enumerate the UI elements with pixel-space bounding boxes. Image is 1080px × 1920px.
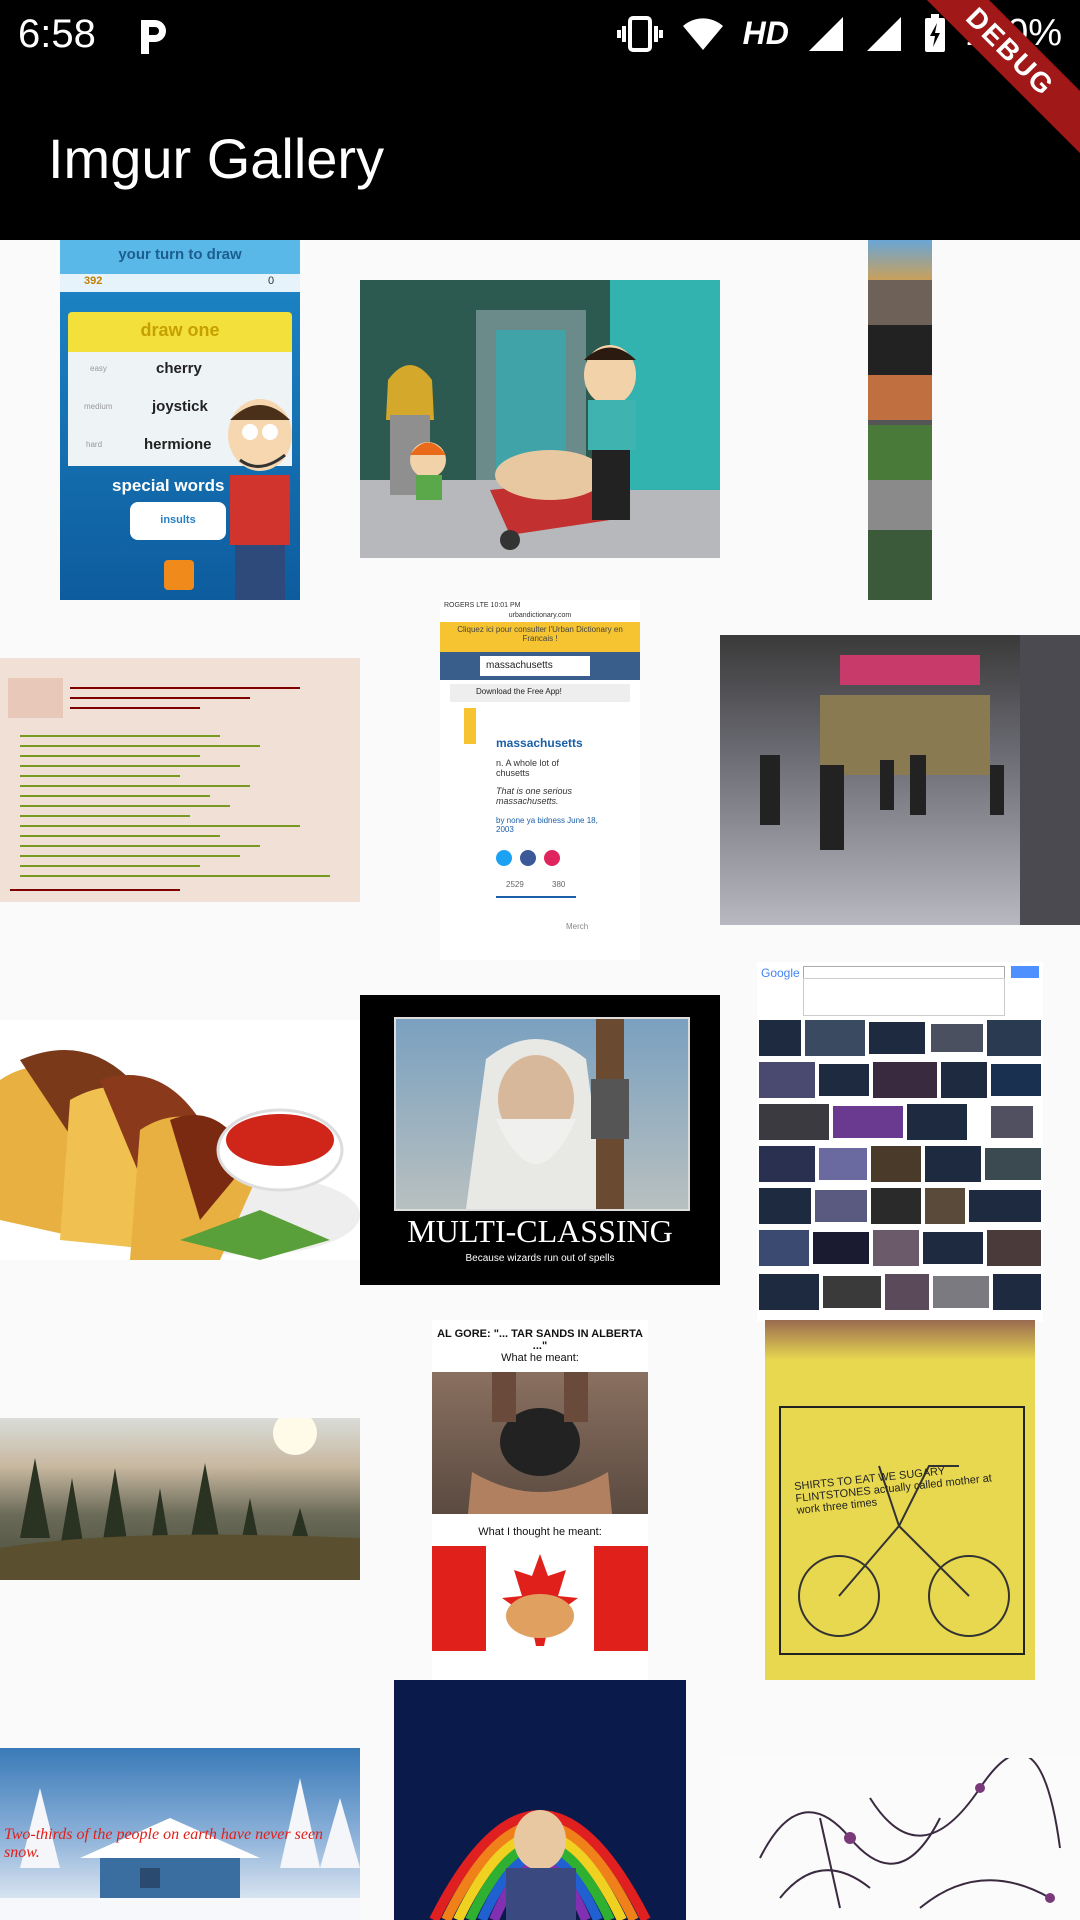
word-level-easy: easy: [90, 364, 107, 373]
gallery-image-text-post[interactable]: [0, 658, 360, 902]
gallery-image-urban-dictionary[interactable]: ROGERS LTE 10:01 PM urbandictionary.com …: [440, 600, 640, 960]
cartoon-character-illustration: [228, 399, 292, 600]
gallery-image-cartoon-scene[interactable]: [360, 280, 720, 558]
gallery-image-snow-cabin[interactable]: Two-thirds of the people on earth have n…: [0, 1748, 360, 1920]
word-cherry: cherry: [156, 360, 202, 377]
gallery-image-tshirt[interactable]: SHIRTS TO EAT WE SUGARY FLINTSTONES actu…: [765, 1320, 1035, 1680]
signal-icon-2: [866, 16, 901, 51]
ud-definition: n. A whole lot of chusetts: [496, 758, 560, 778]
draw-header: your turn to draw: [118, 246, 242, 263]
gallery-image-draw-game[interactable]: your turn to draw 392 0 draw one easy ch…: [60, 240, 300, 600]
ink-sketch: [759, 1758, 1061, 1909]
cartoon-characters-illustration: [386, 345, 636, 550]
meme-thought: What I thought he meant:: [478, 1526, 602, 1538]
signal-icon: [808, 16, 843, 51]
ud-example: That is one serious massachusetts.: [496, 786, 573, 806]
battery-charging-icon: [924, 13, 945, 52]
gallery-image-airport[interactable]: [720, 635, 1080, 925]
gallery-image-ink-drawing[interactable]: [720, 1758, 1080, 1920]
coin-count: 392: [84, 275, 103, 287]
ud-upvotes: 2529: [506, 880, 524, 889]
gallery-image-tacos[interactable]: [0, 1020, 360, 1260]
poster-title: MULTI-CLASSING: [407, 1213, 673, 1249]
maple-leaf-icon: [502, 1554, 578, 1646]
ud-byline: by none ya bidness June 18, 2003: [496, 816, 598, 834]
tacos-illustration: [0, 1050, 360, 1260]
carrier-logo-icon: [141, 20, 166, 54]
draw-prompt: draw one: [140, 320, 220, 340]
ud-status: ROGERS LTE 10:01 PM: [444, 602, 521, 609]
rainbow-illustration: [429, 1810, 651, 1920]
ud-word: massachusetts: [496, 736, 583, 750]
word-level-medium: medium: [84, 402, 113, 411]
vibrate-icon: [616, 15, 663, 52]
wifi-icon: [682, 17, 723, 50]
gallery-image-forest-landscape[interactable]: [0, 1418, 360, 1580]
special-words: special words: [112, 476, 225, 495]
bicycle-drawing: [798, 1465, 1010, 1637]
gallery-image-al-gore-meme[interactable]: AL GORE: "... TAR SANDS IN ALBERTA ..." …: [432, 1320, 648, 1680]
meme-meant: What he meant:: [501, 1352, 579, 1364]
status-bar: 6:58 HD 100%: [0, 0, 1080, 72]
bomb-count: 0: [268, 275, 275, 287]
wizard-illustration: [466, 1019, 629, 1209]
image-results-grid: [759, 1020, 1041, 1310]
snow-caption: Two-thirds of the people on earth have n…: [4, 1826, 324, 1861]
gallery-image-rainbow-portrait[interactable]: [394, 1680, 686, 1920]
app-bar: Imgur Gallery: [0, 72, 1080, 240]
meme-title: AL GORE: "... TAR SANDS IN ALBERTA ...": [437, 1328, 643, 1352]
ud-downvotes: 380: [552, 880, 566, 889]
word-joystick: joystick: [152, 398, 208, 415]
word-hermione: hermione: [144, 436, 212, 453]
ud-banner: Cliquez ici pour consulter l'Urban Dicti…: [457, 625, 623, 643]
network-type: HD: [742, 15, 789, 51]
word-level-hard: hard: [86, 440, 103, 449]
tar-sand-hands: [468, 1372, 612, 1514]
gallery-image-animal-collage[interactable]: [868, 240, 932, 600]
gallery-image-gandalf-poster[interactable]: MULTI-CLASSING Because wizards run out o…: [360, 995, 720, 1285]
text-post-lines: [8, 678, 330, 891]
google-logo: Google: [761, 966, 800, 980]
poster-subtitle: Because wizards run out of spells: [465, 1253, 615, 1264]
people-silhouettes: [760, 755, 1004, 850]
ud-search: massachusetts: [486, 660, 553, 671]
ud-merch: Merch: [566, 922, 589, 931]
ud-app-prompt: Download the Free App!: [476, 687, 562, 696]
status-time: 6:58: [18, 12, 96, 56]
gallery-image-google-results[interactable]: Google: [757, 962, 1043, 1322]
forest-trees: [0, 1418, 360, 1580]
app-title: Imgur Gallery: [48, 127, 385, 190]
ud-url: urbandictionary.com: [508, 612, 572, 619]
